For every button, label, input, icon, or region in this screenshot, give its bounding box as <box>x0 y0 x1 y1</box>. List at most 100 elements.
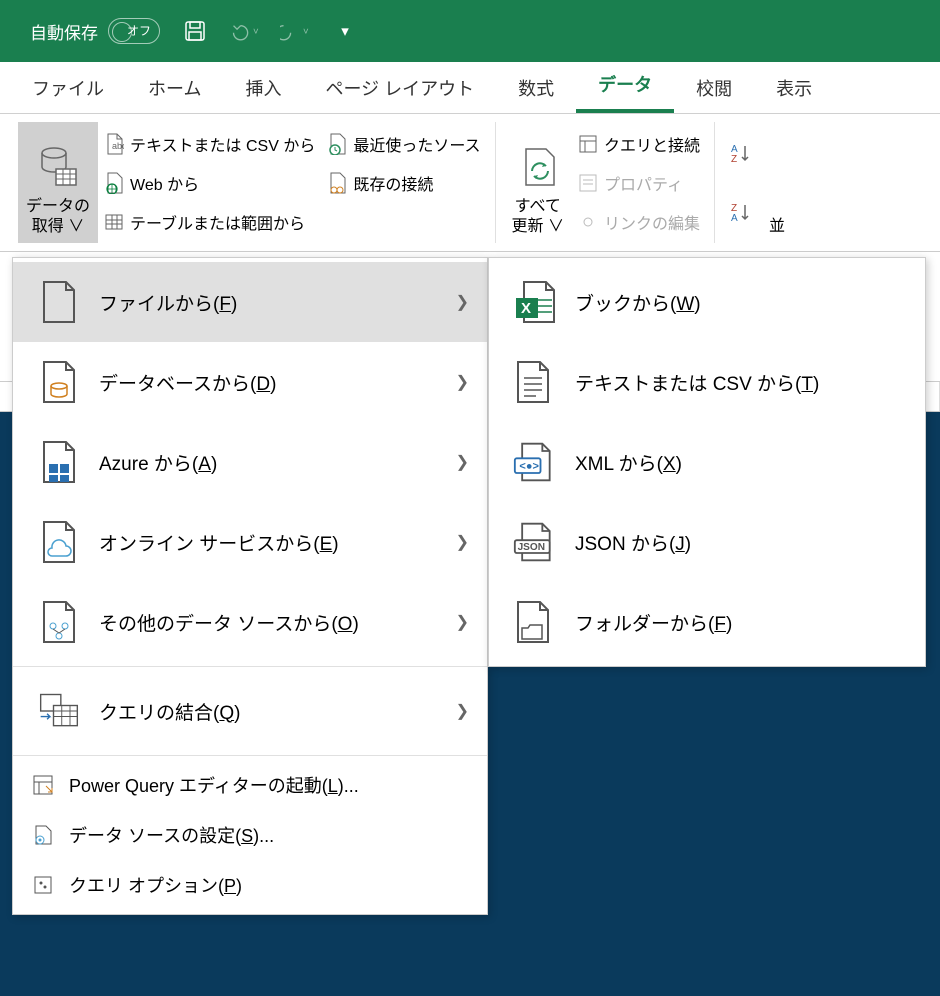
file-text-icon: abc <box>104 133 124 155</box>
get-data-menu: ファイルから(F) ❯ データベースから(D) ❯ Azure から(A) ❯ … <box>12 257 488 915</box>
chevron-right-icon: ❯ <box>456 612 469 632</box>
svg-text:Z: Z <box>731 154 737 164</box>
from-file-submenu: X ブックから(W) テキストまたは CSV から(T) <●> XML から(… <box>488 257 926 667</box>
from-file-label: ファイルから(F) <box>99 289 237 316</box>
existing-conn-button[interactable]: 既存の接続 <box>321 167 486 199</box>
sort-az-button[interactable]: AZ <box>723 138 761 168</box>
title-bar: 自動保存 オフ ˅ ˅ ▾ <box>0 0 940 62</box>
from-web-button[interactable]: Web から <box>98 167 321 199</box>
svg-text:X: X <box>521 300 531 317</box>
menu-query-options[interactable]: クエリ オプション(P) <box>13 860 487 910</box>
submenu-from-json[interactable]: JSON JSON から(J) <box>489 502 925 582</box>
autosave-toggle[interactable]: 自動保存 オフ <box>30 18 160 44</box>
file-clock-icon <box>327 133 347 155</box>
get-data-label1: データの <box>26 197 90 217</box>
svg-text:abc: abc <box>112 141 124 151</box>
submenu-from-xml[interactable]: <●> XML から(X) <box>489 422 925 502</box>
from-csv-label: テキストまたは CSV から(T) <box>575 369 819 396</box>
xml-file-icon: <●> <box>513 440 557 484</box>
edit-links-icon <box>578 212 598 232</box>
tab-data[interactable]: データ <box>576 59 674 113</box>
file-cloud-icon <box>37 520 81 564</box>
separator <box>13 755 487 756</box>
svg-text:<●>: <●> <box>519 460 539 472</box>
submenu-from-folder[interactable]: フォルダーから(F) <box>489 582 925 662</box>
file-other-icon <box>37 600 81 644</box>
tab-formulas[interactable]: 数式 <box>496 63 576 113</box>
sort-za-button[interactable]: ZA <box>723 197 761 227</box>
file-link-icon <box>327 172 347 194</box>
submenu-from-workbook[interactable]: X ブックから(W) <box>489 262 925 342</box>
tab-file[interactable]: ファイル <box>10 63 126 113</box>
refresh-all-button[interactable]: すべて 更新 ∨ <box>504 122 572 243</box>
svg-text:A: A <box>731 213 738 223</box>
excel-file-icon: X <box>513 280 557 324</box>
folder-file-icon <box>513 600 557 644</box>
combine-icon <box>37 689 81 733</box>
from-online-label: オンライン サービスから(E) <box>99 529 339 556</box>
menu-from-online[interactable]: オンライン サービスから(E) ❯ <box>13 502 487 582</box>
group-sort: AZ ZA 並 <box>715 122 801 243</box>
get-data-button[interactable]: データの 取得 ∨ <box>18 122 98 243</box>
from-azure-label: Azure から(A) <box>99 449 217 476</box>
menu-pq-editor[interactable]: Power Query エディターの起動(L)... <box>13 760 487 810</box>
tab-review[interactable]: 校閲 <box>674 63 754 113</box>
chevron-right-icon: ❯ <box>456 292 469 312</box>
database-icon <box>34 143 82 191</box>
chevron-right-icon: ❯ <box>456 532 469 552</box>
menu-ds-settings[interactable]: データ ソースの設定(S)... <box>13 810 487 860</box>
existing-label: 既存の接続 <box>353 171 433 195</box>
svg-text:˅: ˅ <box>303 27 309 38</box>
get-data-label2: 取得 ∨ <box>32 217 84 237</box>
recent-sources-button[interactable]: 最近使ったソース <box>321 128 486 160</box>
group-get-transform: データの 取得 ∨ abc テキストまたは CSV から Web から テーブル… <box>10 122 496 243</box>
menu-from-other[interactable]: その他のデータ ソースから(O) ❯ <box>13 582 487 662</box>
qat-customize-icon[interactable]: ▾ <box>330 16 360 46</box>
from-web-label: Web から <box>130 171 199 195</box>
from-db-label: データベースから(D) <box>99 369 276 396</box>
pq-editor-label: Power Query エディターの起動(L)... <box>69 772 359 798</box>
table-icon <box>104 211 124 233</box>
properties-label: プロパティ <box>604 171 683 195</box>
menu-from-azure[interactable]: Azure から(A) ❯ <box>13 422 487 502</box>
menu-from-database[interactable]: データベースから(D) ❯ <box>13 342 487 422</box>
combine-label: クエリの結合(Q) <box>99 698 240 725</box>
from-folder-label: フォルダーから(F) <box>575 609 732 636</box>
svg-text:JSON: JSON <box>518 542 545 553</box>
tab-view[interactable]: 表示 <box>754 63 834 113</box>
properties-button: プロパティ <box>572 167 706 199</box>
undo-icon[interactable]: ˅ <box>230 16 260 46</box>
submenu-from-csv[interactable]: テキストまたは CSV から(T) <box>489 342 925 422</box>
from-other-label: その他のデータ ソースから(O) <box>99 609 359 636</box>
tab-insert[interactable]: 挿入 <box>223 63 303 113</box>
sort-label: 並 <box>769 217 785 237</box>
chevron-right-icon: ❯ <box>456 372 469 392</box>
get-data-small-buttons-2: 最近使ったソース 既存の接続 <box>321 122 486 243</box>
tab-home[interactable]: ホーム <box>126 63 223 113</box>
queries-small-buttons: クエリと接続 プロパティ リンクの編集 <box>572 122 706 243</box>
tab-pagelayout[interactable]: ページ レイアウト <box>303 63 496 113</box>
toggle-off[interactable]: オフ <box>108 18 160 44</box>
sort-button[interactable]: 並 <box>761 122 793 243</box>
queries-label: クエリと接続 <box>604 132 700 156</box>
menu-from-file[interactable]: ファイルから(F) ❯ <box>13 262 487 342</box>
edit-links-label: リンクの編集 <box>604 210 700 234</box>
redo-icon[interactable]: ˅ <box>280 16 310 46</box>
menu-combine-queries[interactable]: クエリの結合(Q) ❯ <box>13 671 487 751</box>
from-range-button[interactable]: テーブルまたは範囲から <box>98 206 321 238</box>
from-text-csv-button[interactable]: abc テキストまたは CSV から <box>98 128 321 160</box>
refresh-label2: 更新 ∨ <box>512 217 564 237</box>
refresh-label1: すべて <box>515 197 561 217</box>
queries-conn-button[interactable]: クエリと接続 <box>572 128 706 160</box>
from-xml-label: XML から(X) <box>575 449 682 476</box>
save-icon[interactable] <box>180 16 210 46</box>
sort-za-icon: ZA <box>729 201 755 223</box>
sort-az-icon: AZ <box>729 142 755 164</box>
ds-settings-label: データ ソースの設定(S)... <box>69 822 274 848</box>
pq-editor-icon <box>31 773 55 797</box>
from-text-label: テキストまたは CSV から <box>130 132 315 156</box>
query-opts-icon <box>31 873 55 897</box>
from-json-label: JSON から(J) <box>575 529 691 556</box>
csv-file-icon <box>513 360 557 404</box>
file-db-icon <box>37 360 81 404</box>
